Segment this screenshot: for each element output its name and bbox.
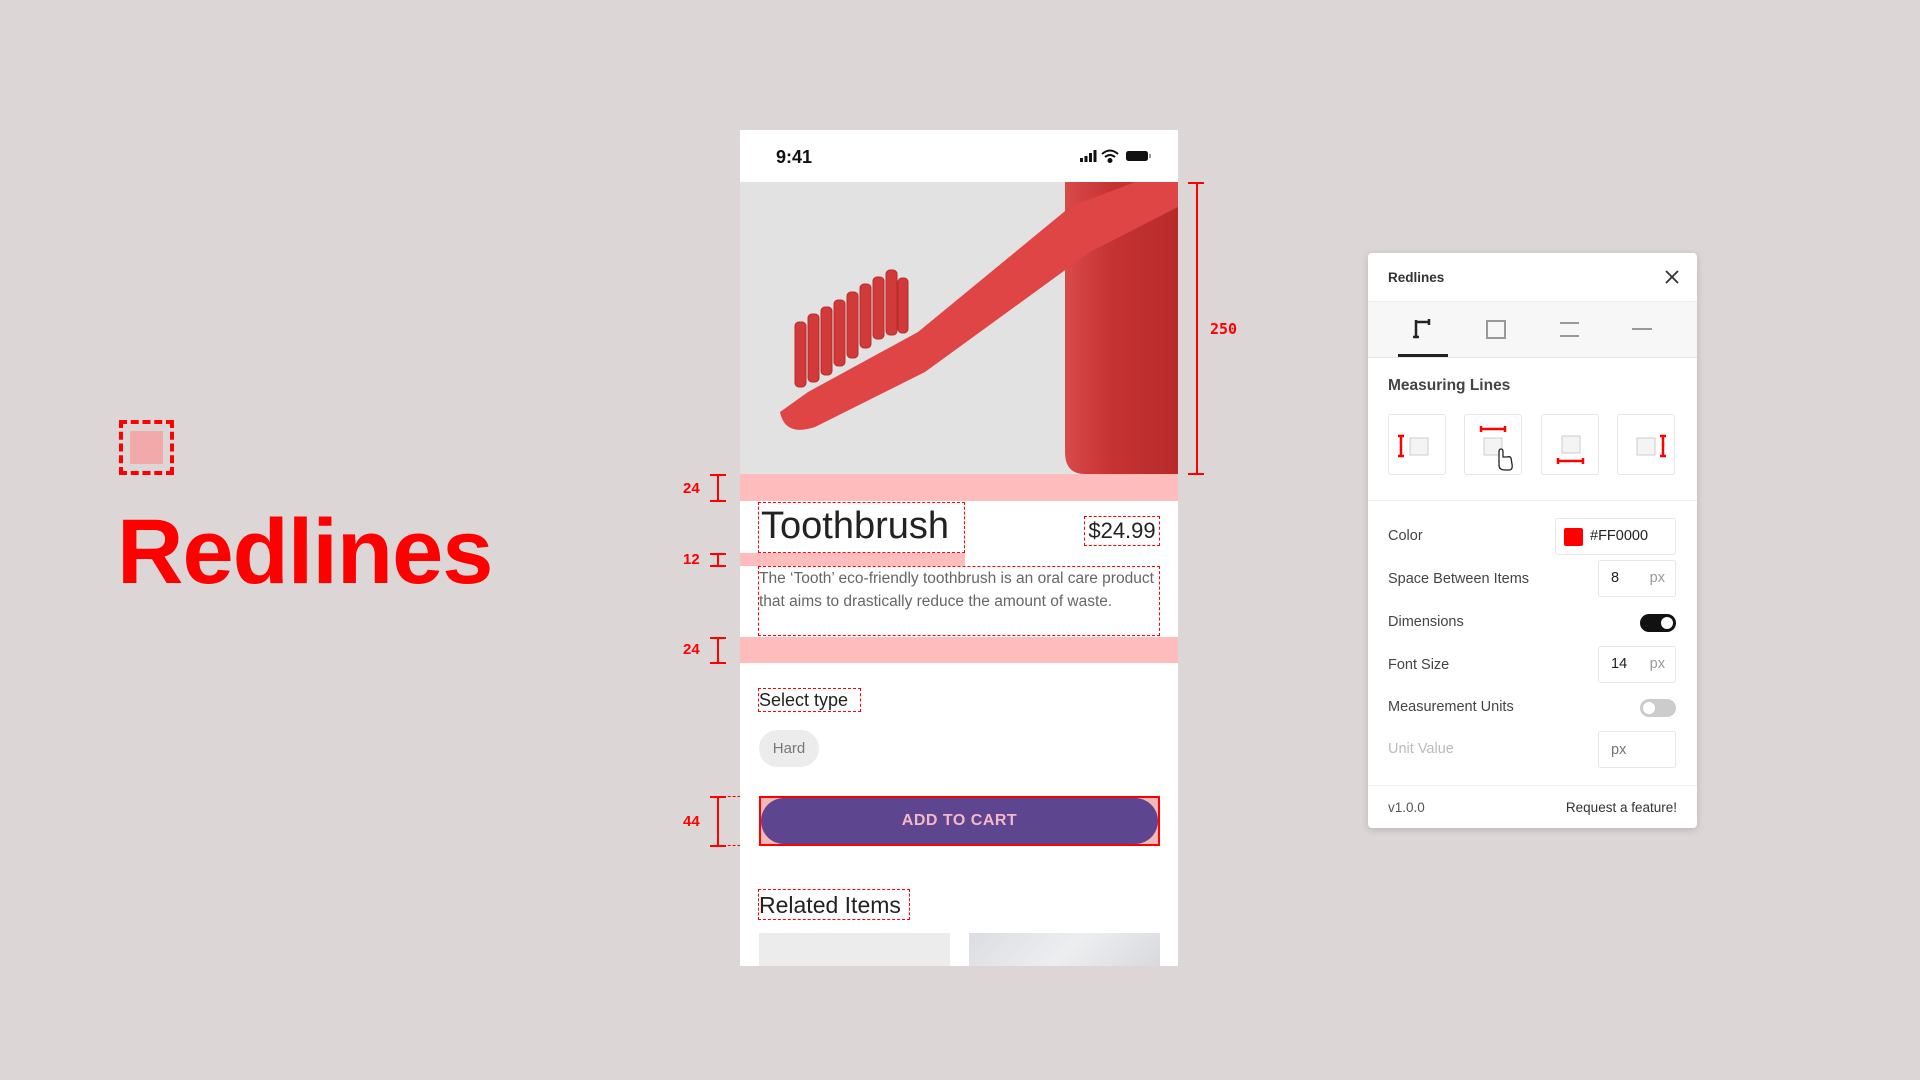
dimensions-toggle[interactable] — [1640, 614, 1676, 632]
measure-label-bottom-gap: 24 — [683, 641, 700, 658]
measure-bottom-icon — [1556, 435, 1585, 464]
double-line-icon — [1560, 322, 1579, 337]
signal-icon — [1080, 150, 1097, 162]
font-size-value: 14 — [1611, 656, 1628, 672]
spacing-highlight — [740, 553, 965, 566]
measure-label-button-height: 44 — [683, 813, 700, 830]
add-to-cart-button[interactable]: ADD TO CART — [759, 796, 1160, 846]
product-description: The ‘Tooth’ eco-friendly toothbrush is a… — [758, 566, 1160, 636]
spacing-highlight — [740, 474, 1178, 501]
space-between-items-input[interactable]: 8 px — [1598, 560, 1676, 597]
tab-line[interactable] — [1617, 302, 1667, 358]
measure-label-top-gap: 24 — [683, 480, 700, 497]
status-icons — [1080, 149, 1151, 163]
tab-measure[interactable] — [1398, 302, 1448, 358]
select-type-label: Select type — [758, 688, 861, 712]
phone-mockup: 9:41 Toothbrush $24.99 The ‘Tooth’ eco-f… — [740, 130, 1178, 966]
color-swatch[interactable] — [1564, 528, 1583, 546]
measure-top-button[interactable] — [1464, 414, 1522, 475]
wifi-icon — [1101, 149, 1119, 163]
color-value: #FF0000 — [1590, 528, 1649, 544]
measure-right-icon — [1636, 434, 1666, 458]
related-item-thumbnail[interactable] — [969, 933, 1160, 966]
measure-left-button[interactable] — [1388, 414, 1446, 475]
color-input[interactable]: #FF0000 — [1555, 518, 1676, 555]
measure-line-image — [1196, 182, 1198, 474]
space-between-items-label: Space Between Items — [1388, 571, 1530, 587]
box-icon — [1486, 320, 1506, 339]
status-bar: 9:41 — [740, 130, 1178, 182]
measurement-units-toggle[interactable] — [1640, 699, 1676, 717]
divider — [1368, 785, 1697, 786]
dimensions-label: Dimensions — [1388, 614, 1464, 630]
unit-suffix: px — [1649, 570, 1665, 586]
product-price: $24.99 — [1084, 516, 1160, 546]
measure-top-icon — [1479, 426, 1513, 471]
redlines-panel: Redlines Measuring Lines Color #FF0000 S… — [1368, 253, 1697, 828]
type-chip-hard[interactable]: Hard — [759, 730, 819, 767]
color-label: Color — [1388, 528, 1423, 544]
panel-header: Redlines — [1368, 253, 1697, 302]
font-size-input[interactable]: 14 px — [1598, 646, 1676, 683]
measuring-lines-heading: Measuring Lines — [1388, 377, 1511, 394]
unit-suffix: px — [1649, 656, 1665, 672]
redlines-logo-icon — [119, 420, 174, 475]
panel-tabs — [1368, 302, 1697, 358]
brand-title: Redlines — [117, 501, 493, 603]
font-size-label: Font Size — [1388, 657, 1450, 673]
add-to-cart-label: ADD TO CART — [761, 798, 1158, 844]
measure-bottom-button[interactable] — [1541, 414, 1599, 475]
measure-right-button[interactable] — [1617, 414, 1675, 475]
unit-value-input[interactable] — [1598, 731, 1676, 768]
tab-spacing[interactable] — [1544, 302, 1594, 358]
tab-box[interactable] — [1471, 302, 1521, 358]
status-time: 9:41 — [776, 147, 813, 167]
divider — [1368, 500, 1697, 501]
product-image — [740, 182, 1178, 474]
request-feature-link[interactable]: Request a feature! — [1566, 800, 1677, 815]
measure-line — [717, 796, 719, 846]
product-title: Toothbrush — [758, 502, 965, 553]
measure-icon — [1413, 319, 1431, 339]
measure-label-title-gap: 12 — [683, 551, 700, 568]
toothbrush-image — [740, 182, 1178, 474]
related-items-heading: Related Items — [758, 889, 910, 920]
measurement-units-label: Measurement Units — [1388, 699, 1514, 715]
measure-label-image-height: 250 — [1210, 320, 1238, 338]
measure-left-icon — [1398, 434, 1429, 458]
version-label: v1.0.0 — [1388, 800, 1425, 815]
panel-title: Redlines — [1388, 270, 1445, 285]
line-icon — [1632, 328, 1652, 330]
measure-line — [717, 474, 719, 501]
measure-line — [717, 637, 719, 663]
unit-value-label: Unit Value — [1388, 741, 1454, 757]
spacing-highlight — [740, 637, 1178, 663]
related-item-thumbnail[interactable] — [759, 933, 950, 966]
battery-icon — [1126, 151, 1151, 161]
space-value: 8 — [1611, 570, 1620, 586]
close-icon[interactable] — [1664, 269, 1680, 285]
